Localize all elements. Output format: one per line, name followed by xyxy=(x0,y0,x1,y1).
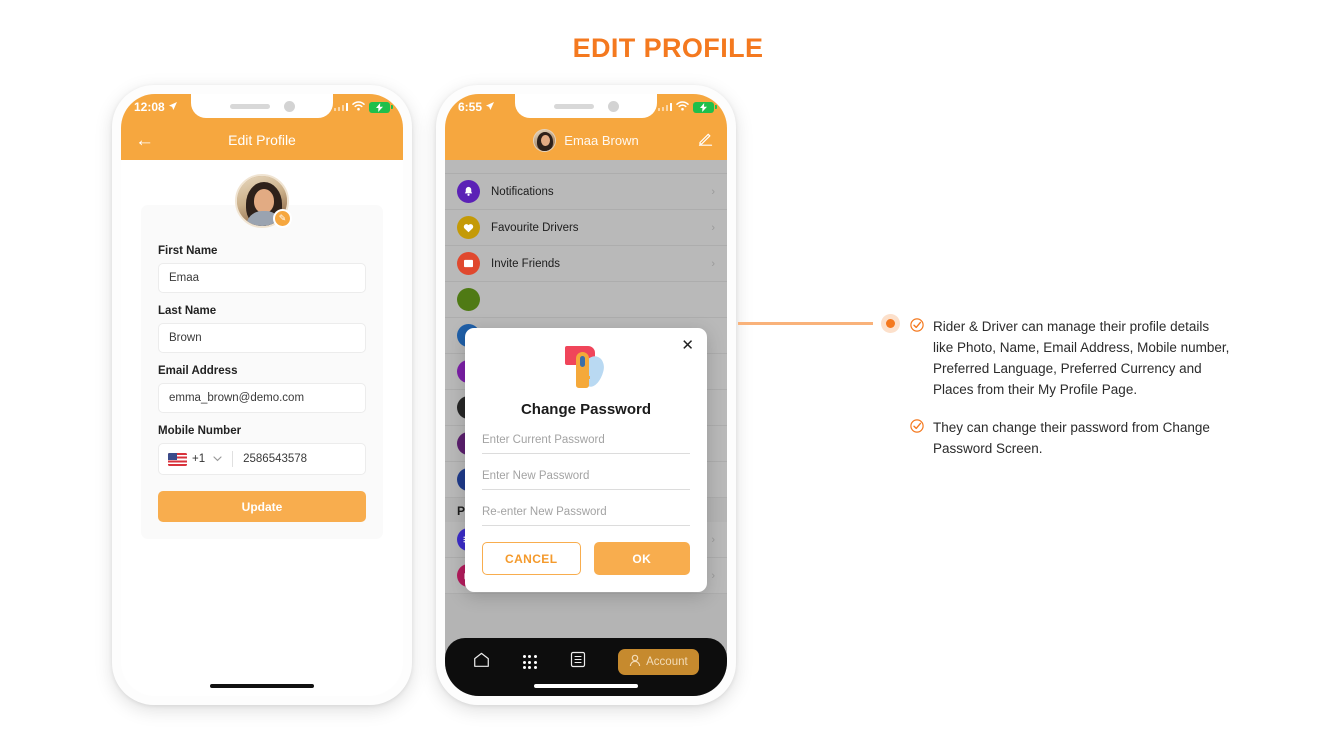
update-button[interactable]: Update xyxy=(158,491,366,522)
status-indicators xyxy=(333,98,393,116)
edit-profile-form: First Name Emaa Last Name Brown Email Ad… xyxy=(141,205,383,539)
field-email: Email Address emma_brown@demo.com xyxy=(158,365,366,413)
phone2-screen: 6:55 Emaa Brown Notifications › Favourit… xyxy=(445,94,727,696)
phone2-menu-list: Notifications › Favourite Drivers › Invi… xyxy=(445,160,727,696)
field-mobile: Mobile Number +1 2586543578 xyxy=(158,425,366,475)
email-input[interactable]: emma_brown@demo.com xyxy=(158,383,366,413)
field-last-name: Last Name Brown xyxy=(158,305,366,353)
divider xyxy=(232,451,234,467)
phone-mockup-edit-profile: 12:08 ← Edit Profile ✎ First Name Emaa L… xyxy=(112,85,412,705)
chevron-down-icon[interactable] xyxy=(213,454,222,464)
mobile-label: Mobile Number xyxy=(158,425,242,437)
first-name-input[interactable]: Emaa xyxy=(158,263,366,293)
battery-charging-icon xyxy=(693,101,717,113)
close-icon[interactable]: ✕ xyxy=(681,338,694,353)
battery-charging-icon xyxy=(369,101,393,113)
key-password-icon xyxy=(559,344,613,392)
location-arrow-icon xyxy=(168,100,178,114)
new-password-input[interactable]: Enter New Password xyxy=(482,470,690,490)
phone-number-value[interactable]: 2586543578 xyxy=(243,453,307,465)
speaker-icon xyxy=(229,103,270,109)
annotation-item-1: Rider & Driver can manage their profile … xyxy=(910,316,1230,400)
modal-title: Change Password xyxy=(520,401,652,418)
annotation-text: Rider & Driver can manage their profile … xyxy=(933,319,1230,397)
location-arrow-icon xyxy=(485,100,495,114)
first-name-label: First Name xyxy=(158,245,218,257)
signal-icon xyxy=(657,103,672,111)
change-password-modal: ✕ Change Password Enter Current Password… xyxy=(465,328,707,592)
country-code: +1 xyxy=(192,453,206,465)
nav-title: Edit Profile xyxy=(228,132,296,148)
check-circle-icon xyxy=(910,318,924,400)
modal-actions: CANCEL OK xyxy=(482,542,690,575)
us-flag-icon xyxy=(168,452,187,466)
email-label: Email Address xyxy=(158,365,238,377)
screenshot-root: EDIT PROFILE 12:08 ← Edit Profile ✎ Firs… xyxy=(0,0,1336,756)
current-password-input[interactable]: Enter Current Password xyxy=(482,434,690,454)
cancel-button[interactable]: CANCEL xyxy=(482,542,581,575)
phone1-body: ✎ First Name Emaa Last Name Brown Email … xyxy=(121,160,403,696)
edit-profile-pencil-icon[interactable] xyxy=(698,131,713,149)
status-time: 6:55 xyxy=(458,100,483,114)
modal-overlay: ✕ Change Password Enter Current Password… xyxy=(445,160,727,696)
status-time: 12:08 xyxy=(134,100,165,114)
annotation-list: Rider & Driver can manage their profile … xyxy=(910,316,1230,476)
edit-photo-pencil-icon[interactable]: ✎ xyxy=(273,209,292,228)
header-avatar[interactable] xyxy=(533,128,557,152)
phone1-navbar: ← Edit Profile xyxy=(121,120,403,160)
phone-mockup-change-password: 6:55 Emaa Brown Notifications › Favourit… xyxy=(436,85,736,705)
phone2-profile-header: Emaa Brown xyxy=(445,120,727,160)
home-indicator xyxy=(534,684,638,688)
last-name-input[interactable]: Brown xyxy=(158,323,366,353)
wifi-icon xyxy=(676,98,689,116)
phone1-notch xyxy=(191,94,333,118)
mobile-number-input-group[interactable]: +1 2586543578 xyxy=(158,443,366,475)
home-indicator xyxy=(210,684,314,688)
camera-icon xyxy=(607,100,619,112)
phone1-screen: 12:08 ← Edit Profile ✎ First Name Emaa L… xyxy=(121,94,403,696)
last-name-label: Last Name xyxy=(158,305,217,317)
status-time-group: 12:08 xyxy=(134,100,178,114)
check-circle-icon xyxy=(910,419,924,459)
camera-icon xyxy=(283,100,295,112)
signal-icon xyxy=(333,103,348,111)
phone2-notch xyxy=(515,94,657,118)
annotation-item-2: They can change their password from Chan… xyxy=(910,417,1230,459)
connector-dot xyxy=(881,314,900,333)
speaker-icon xyxy=(553,103,594,109)
wifi-icon xyxy=(352,98,365,116)
connector-line xyxy=(738,322,873,325)
field-first-name: First Name Emaa xyxy=(158,245,366,293)
status-indicators xyxy=(657,98,717,116)
status-time-group: 6:55 xyxy=(458,100,495,114)
page-title: EDIT PROFILE xyxy=(572,33,764,63)
header-user-name: Emaa Brown xyxy=(564,132,639,148)
ok-button[interactable]: OK xyxy=(593,542,690,575)
profile-avatar-group[interactable]: ✎ xyxy=(235,174,292,228)
reenter-password-input[interactable]: Re-enter New Password xyxy=(482,506,690,526)
annotation-text: They can change their password from Chan… xyxy=(933,420,1210,456)
